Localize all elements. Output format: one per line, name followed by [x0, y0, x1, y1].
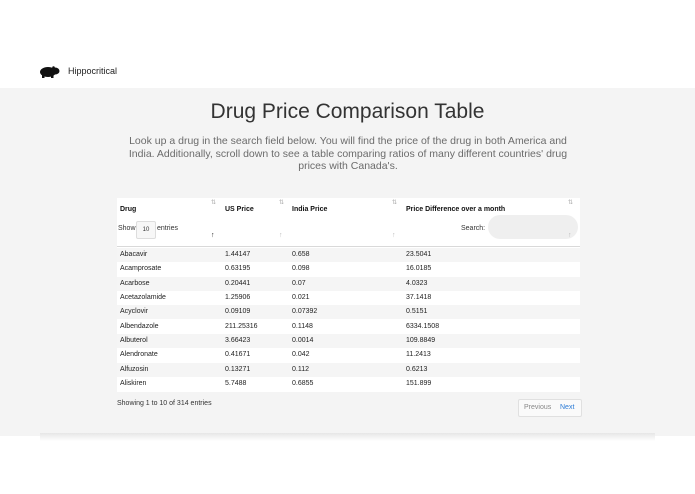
- length-label-suffix: entries: [157, 225, 179, 232]
- next-page-button[interactable]: Next: [560, 404, 574, 411]
- column-header-price-difference[interactable]: Price Difference over a month: [406, 206, 505, 213]
- hippo-icon: [38, 64, 60, 78]
- sort-icon[interactable]: ⇅: [279, 199, 284, 206]
- cell-india-price: 0.07392: [292, 308, 318, 315]
- cell-drug: Acyclovir: [120, 308, 149, 315]
- table-row[interactable]: Acyclovir 0.09109 0.07392 0.5151: [117, 305, 580, 319]
- cell-drug: Acarbose: [120, 280, 150, 287]
- entries-length-select[interactable]: 10: [136, 221, 156, 239]
- cell-price-difference: 16.0185: [406, 265, 432, 272]
- table-row[interactable]: Albuterol 3.66423 0.0014 109.8849: [117, 334, 580, 348]
- sort-ascending-icon: ↑: [211, 232, 215, 239]
- cell-india-price: 0.042: [292, 351, 310, 358]
- sort-icon[interactable]: ⇅: [211, 199, 216, 206]
- cell-price-difference: 23.5041: [406, 251, 432, 258]
- length-label: Show: [118, 225, 136, 232]
- cell-price-difference: 37.1418: [406, 294, 432, 301]
- cell-india-price: 0.021: [292, 294, 310, 301]
- cell-price-difference: 109.8849: [406, 337, 436, 344]
- cell-us-price: 5.7488: [225, 380, 247, 387]
- table-row[interactable]: Aliskiren 5.7488 0.6855 151.899: [117, 377, 580, 391]
- search-label: Search:: [461, 225, 486, 232]
- table-row[interactable]: Alendronate 0.41671 0.042 11.2413: [117, 348, 580, 362]
- cell-us-price: 0.13271: [225, 366, 251, 373]
- column-header-drug[interactable]: Drug: [120, 206, 136, 213]
- cell-us-price: 211.25316: [225, 323, 258, 330]
- cell-us-price: 1.44147: [225, 251, 251, 258]
- cell-india-price: 0.6855: [292, 380, 314, 387]
- cell-india-price: 0.658: [292, 251, 310, 258]
- cell-drug: Albendazole: [120, 323, 159, 330]
- table-row[interactable]: Albendazole 211.25316 0.1148 6334.1508: [117, 320, 580, 334]
- sort-ascending-icon: ↑: [392, 232, 396, 239]
- cell-india-price: 0.1148: [292, 323, 313, 330]
- brand-name: Hippocritical: [68, 66, 118, 76]
- page-title: Drug Price Comparison Table: [210, 100, 485, 123]
- search-input[interactable]: [488, 215, 578, 239]
- cell-us-price: 0.09109: [225, 308, 251, 315]
- table-row[interactable]: Abacavir 1.44147 0.658 23.5041: [117, 248, 580, 262]
- column-header-india-price[interactable]: India Price: [292, 206, 327, 213]
- brand[interactable]: Hippocritical: [38, 64, 117, 78]
- table-row[interactable]: Acetazolamide 1.25906 0.021 37.1418: [117, 291, 580, 305]
- cell-drug: Alfuzosin: [120, 366, 149, 373]
- cell-price-difference: 4.0323: [406, 280, 428, 287]
- cell-price-difference: 6334.1508: [406, 323, 440, 330]
- footer-shadow: [40, 433, 655, 441]
- page-description: Look up a drug in the search field below…: [128, 135, 568, 173]
- cell-us-price: 0.63195: [225, 265, 251, 272]
- cell-drug: Alendronate: [120, 351, 158, 358]
- cell-drug: Abacavir: [120, 251, 148, 258]
- previous-page-button[interactable]: Previous: [524, 404, 551, 411]
- sort-ascending-icon: ↑: [568, 232, 572, 239]
- cell-india-price: 0.098: [292, 265, 310, 272]
- cell-price-difference: 151.899: [406, 380, 432, 387]
- table-row[interactable]: Acamprosate 0.63195 0.098 16.0185: [117, 262, 580, 276]
- cell-drug: Albuterol: [120, 337, 148, 344]
- cell-india-price: 0.07: [292, 280, 306, 287]
- cell-us-price: 0.20441: [225, 280, 251, 287]
- cell-us-price: 3.66423: [225, 337, 251, 344]
- cell-us-price: 0.41671: [225, 351, 251, 358]
- header-divider: [117, 246, 580, 247]
- cell-india-price: 0.112: [292, 366, 309, 373]
- table-row[interactable]: Alfuzosin 0.13271 0.112 0.6213: [117, 363, 580, 377]
- sort-icon[interactable]: ⇅: [392, 199, 397, 206]
- cell-price-difference: 11.2413: [406, 351, 431, 358]
- cell-drug: Aliskiren: [120, 380, 147, 387]
- cell-price-difference: 0.5151: [406, 308, 428, 315]
- table-info: Showing 1 to 10 of 314 entries: [117, 400, 212, 407]
- column-header-us-price[interactable]: US Price: [225, 206, 254, 213]
- sort-ascending-icon: ↑: [279, 232, 283, 239]
- cell-drug: Acamprosate: [120, 265, 162, 272]
- sort-icon[interactable]: ⇅: [568, 199, 573, 206]
- table-row[interactable]: Acarbose 0.20441 0.07 4.0323: [117, 277, 580, 291]
- cell-price-difference: 0.6213: [406, 366, 428, 373]
- cell-us-price: 1.25906: [225, 294, 251, 301]
- cell-india-price: 0.0014: [292, 337, 314, 344]
- cell-drug: Acetazolamide: [120, 294, 166, 301]
